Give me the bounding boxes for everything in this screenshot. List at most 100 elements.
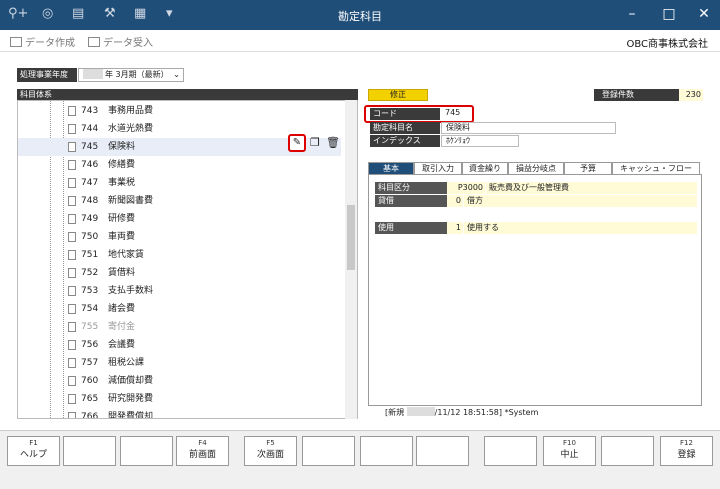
document-icon (68, 178, 76, 188)
tree-item-code: 756 (81, 340, 99, 350)
tree-item-756[interactable]: 756 会議費 (18, 336, 341, 354)
fkey-3-button[interactable] (120, 436, 173, 466)
tree-item-765[interactable]: 765 研究開発費 (18, 390, 341, 408)
tab-panel-basic: 科目区分 P3000 販売費及び一般管理費 貸借 0 借方 使用 1 使用する (368, 174, 702, 406)
import-icon (88, 37, 100, 47)
status-prefix: [新規 (385, 408, 405, 417)
fkey-9-button[interactable] (484, 436, 537, 466)
fkey-label: ヘルプ (19, 450, 47, 460)
create-data-button[interactable]: データ作成 (10, 34, 75, 49)
document-icon (68, 196, 76, 206)
fkey-label: 中止 (560, 450, 579, 460)
tree-item-name: 事務用品費 (108, 106, 154, 116)
category-label: 科目区分 (375, 182, 447, 194)
minimize-button[interactable]: – (622, 6, 642, 22)
category-text: 販売費及び一般管理費 (486, 182, 697, 194)
tree-item-code: 748 (81, 196, 99, 206)
mode-badge: 修正 (368, 89, 428, 101)
use-text: 使用する (464, 222, 697, 234)
tree-item-name: 寄付金 (108, 322, 136, 332)
fkey-label: 前画面 (188, 450, 216, 460)
tree-item-750[interactable]: 750 車両費 (18, 228, 341, 246)
document-icon (68, 142, 76, 152)
close-button[interactable]: ✕ (694, 6, 714, 22)
fkey-number: F4 (198, 439, 207, 447)
tree-item-name: 租税公課 (108, 358, 145, 368)
tree-item-name: 研究開発費 (108, 394, 154, 404)
tree-item-751[interactable]: 751 地代家賃 (18, 246, 341, 264)
fkey-5-button[interactable]: F5 次画面 (244, 436, 297, 466)
trash-icon[interactable]: 🗑 (326, 136, 340, 149)
tree-item-name: 諸会費 (108, 304, 136, 314)
tree-item-760[interactable]: 760 減価償却費 (18, 372, 341, 390)
debit-credit-text: 借方 (464, 195, 697, 207)
masked-year (83, 69, 103, 79)
category-code[interactable]: P3000 (447, 182, 485, 194)
fkey-7-button[interactable] (360, 436, 413, 466)
tree-item-name: 事業税 (108, 178, 136, 188)
tree-item-code: 765 (81, 394, 99, 404)
tree-item-752[interactable]: 752 賃借料 (18, 264, 341, 282)
document-icon (68, 340, 76, 350)
tree-item-748[interactable]: 748 新聞図書費 (18, 192, 341, 210)
company-name: OBC商事株式会社 (626, 39, 708, 50)
document-icon (68, 250, 76, 260)
tree-header: 科目体系 (17, 89, 358, 100)
toolbar: データ作成 データ受入 OBC商事株式会社 (0, 30, 720, 52)
year-label: 処理事業年度 (17, 68, 77, 82)
maximize-button[interactable]: □ (659, 6, 679, 22)
document-icon (68, 106, 76, 116)
fkey-label: 次画面 (256, 450, 284, 460)
tree-item-name: 新聞図書費 (108, 196, 154, 206)
tree-item-753[interactable]: 753 支払手数料 (18, 282, 341, 300)
fkey-6-button[interactable] (302, 436, 355, 466)
document-icon (68, 412, 76, 418)
tree-item-766[interactable]: 766 開発費償却 (18, 408, 341, 419)
tree-item-743[interactable]: 743 事務用品費 (18, 102, 341, 120)
tree-item-name: 研修費 (108, 214, 136, 224)
tree-item-code: 750 (81, 232, 99, 242)
tree-item-code: 744 (81, 124, 99, 134)
copy-icon[interactable]: ❐ (310, 136, 320, 149)
import-data-label: データ受入 (103, 38, 153, 49)
fkey-4-button[interactable]: F4 前画面 (176, 436, 229, 466)
use-code[interactable]: 1 (447, 222, 463, 234)
use-label: 使用 (375, 222, 447, 234)
tree-item-755[interactable]: 755 寄付金 (18, 318, 341, 336)
import-data-button[interactable]: データ受入 (88, 34, 153, 49)
tree-item-754[interactable]: 754 諸会費 (18, 300, 341, 318)
year-value: 年 3月期（最新） (105, 70, 169, 79)
edit-icon[interactable]: ✎ (288, 134, 306, 152)
year-select[interactable]: 年 3月期（最新） ⌄ (78, 68, 184, 82)
fkey-10-button[interactable]: F10 中止 (543, 436, 596, 466)
account-name-field[interactable]: 保険料 (441, 122, 616, 134)
fkey-12-button[interactable]: F12 登録 (660, 436, 713, 466)
tree-item-code: 766 (81, 412, 99, 419)
tree-item-code: 747 (81, 178, 99, 188)
document-icon (68, 232, 76, 242)
tree-item-code: 746 (81, 160, 99, 170)
tree-item-747[interactable]: 747 事業税 (18, 174, 341, 192)
fkey-2-button[interactable] (63, 436, 116, 466)
fkey-8-button[interactable] (416, 436, 469, 466)
tree-item-name: 修繕費 (108, 160, 136, 170)
tree-item-name: 開発費償却 (108, 412, 154, 419)
fkey-11-button[interactable] (601, 436, 654, 466)
fkey-number: F1 (29, 439, 38, 447)
status-date: /11/12 18:51:58] (434, 408, 503, 417)
tree-item-757[interactable]: 757 租税公課 (18, 354, 341, 372)
fkey-label: 登録 (677, 450, 696, 460)
document-icon (68, 268, 76, 278)
fkey-1-button[interactable]: F1 ヘルプ (7, 436, 60, 466)
debit-credit-label: 貸借 (375, 195, 447, 207)
status-user: *System (504, 408, 539, 417)
count-value: 230 (679, 89, 703, 101)
debit-credit-code[interactable]: 0 (447, 195, 463, 207)
index-field[interactable]: ﾎｹﾝﾘｮｳ (441, 135, 519, 147)
tree-item-code: 749 (81, 214, 99, 224)
document-icon (68, 160, 76, 170)
scrollbar-thumb[interactable] (347, 205, 355, 270)
tree-item-746[interactable]: 746 修繕費 (18, 156, 341, 174)
document-icon (68, 304, 76, 314)
tree-item-749[interactable]: 749 研修費 (18, 210, 341, 228)
